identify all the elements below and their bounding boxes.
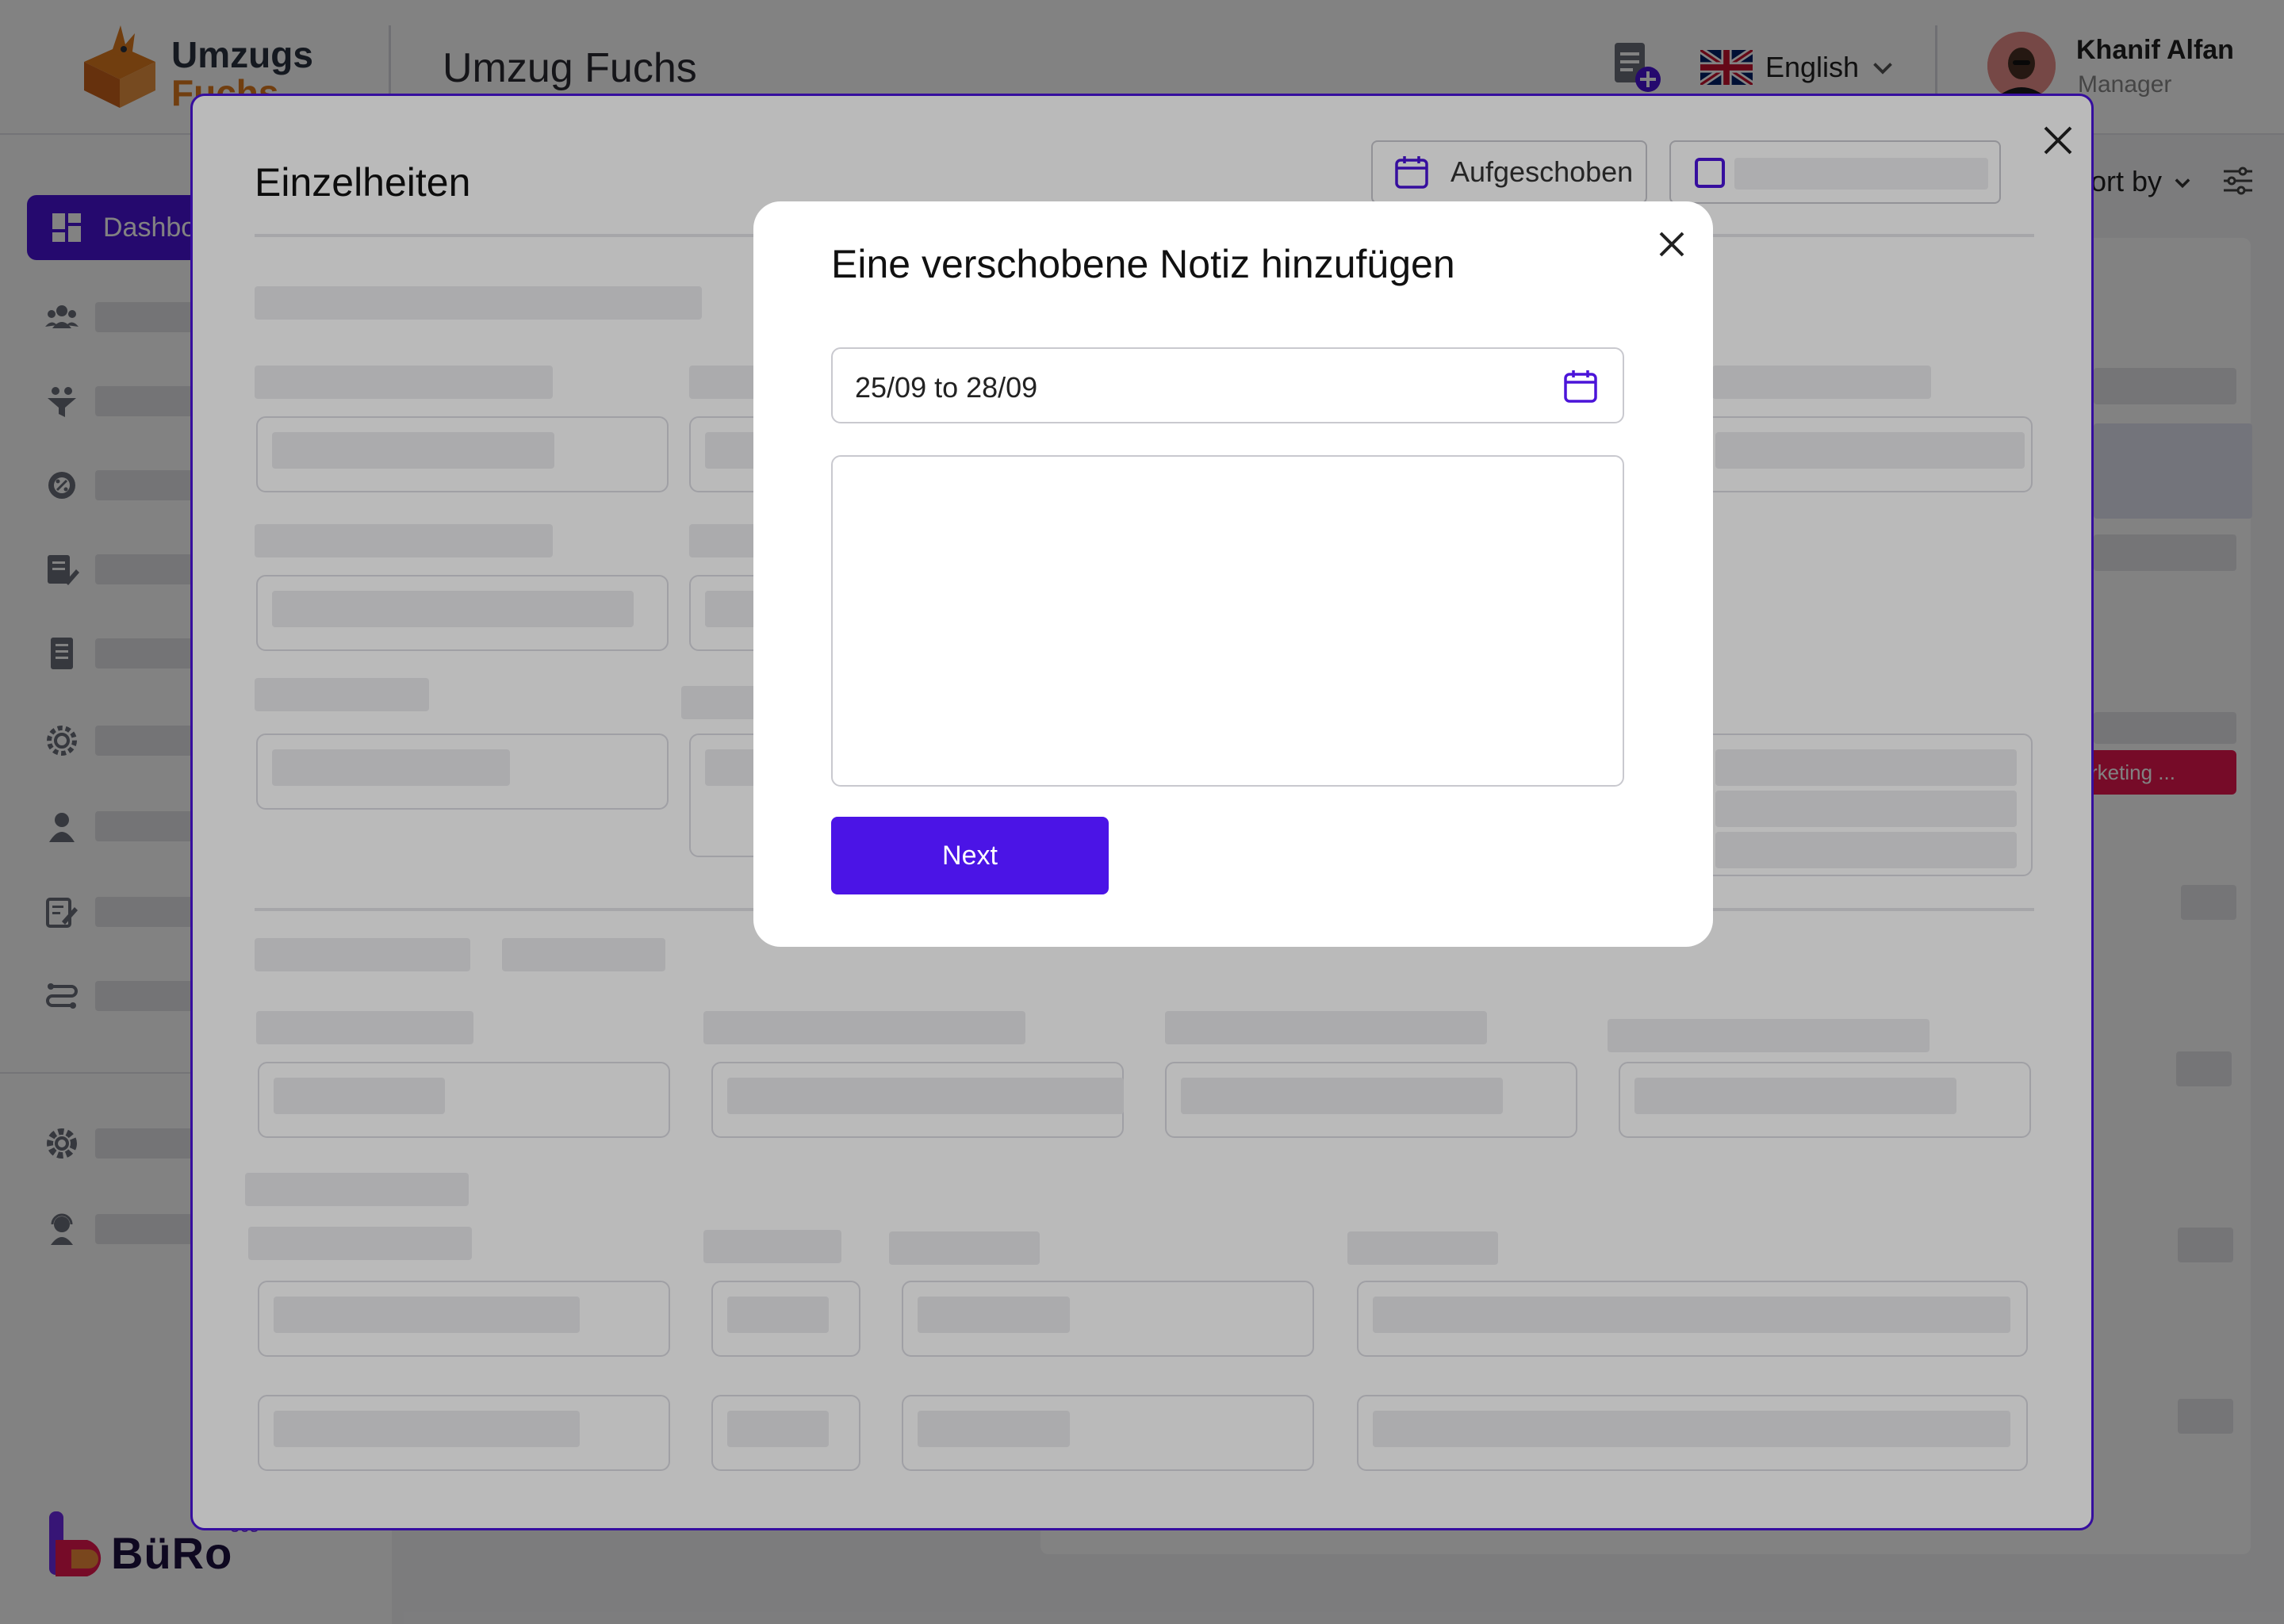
postponed-note-modal: Eine verschobene Notiz hinzufügen 25/09 … bbox=[753, 201, 1713, 947]
date-range-picker[interactable]: 25/09 to 28/09 bbox=[831, 347, 1624, 423]
next-button[interactable]: Next bbox=[831, 817, 1109, 894]
date-range-value: 25/09 to 28/09 bbox=[855, 371, 1038, 404]
calendar-icon[interactable] bbox=[1562, 368, 1599, 404]
close-icon[interactable] bbox=[1653, 225, 1691, 263]
note-textarea[interactable] bbox=[831, 455, 1624, 787]
modal-title: Eine verschobene Notiz hinzufügen bbox=[831, 242, 1455, 286]
